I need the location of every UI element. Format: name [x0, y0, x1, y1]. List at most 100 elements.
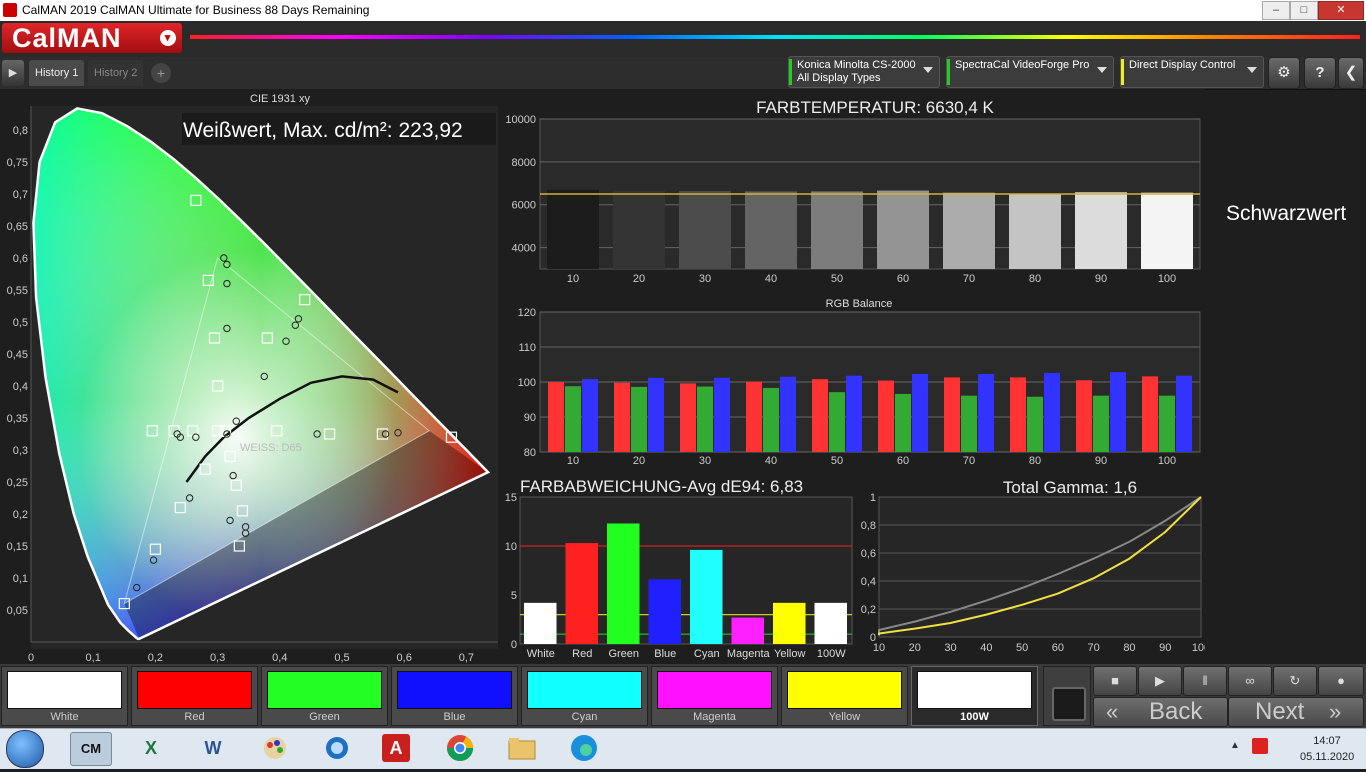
- refresh-button[interactable]: ↻: [1273, 666, 1317, 696]
- de-x-tick: Red: [572, 648, 592, 660]
- chrome-icon[interactable]: [443, 732, 477, 764]
- ct-x-tick: 100: [1158, 273, 1176, 285]
- rgb-bar-green: [1093, 395, 1109, 452]
- play-icon[interactable]: ▶: [2, 60, 24, 86]
- start-button[interactable]: [6, 730, 44, 768]
- gamma-chart: Total Gamma: 1,6 00,20,40,60,8110 20 30 40 5…: [861, 478, 1210, 654]
- rgb-balance-title: RGB Balance: [826, 298, 893, 310]
- ct-bar: [1075, 192, 1127, 269]
- rgb-bar-red: [1142, 376, 1158, 452]
- patch-swatch-green[interactable]: Green: [261, 666, 388, 726]
- ct-x-tick: 50: [831, 273, 843, 285]
- rgb-x-tick: 40: [765, 455, 777, 467]
- tab-history-1[interactable]: History 1: [29, 60, 85, 86]
- edge-icon[interactable]: [567, 732, 601, 764]
- patch-label: Magenta: [693, 711, 736, 723]
- next-button[interactable]: Next »: [1228, 697, 1364, 727]
- record-dot-button[interactable]: ●: [1318, 666, 1364, 696]
- de-x-tick: Blue: [654, 648, 676, 660]
- close-button[interactable]: ✕: [1318, 1, 1364, 20]
- calman-logo-menu[interactable]: CalMAN ▾: [2, 23, 182, 53]
- gamma-y-tick: 0,4: [861, 576, 876, 588]
- y-tick-label: 0,65: [7, 221, 28, 233]
- gamma-title: Total Gamma: 1,6: [1003, 478, 1137, 497]
- stop-button[interactable]: ■: [1093, 666, 1137, 696]
- rgb-bar-red: [746, 381, 762, 452]
- y-tick-label: 0,25: [7, 477, 28, 489]
- acrobat-icon[interactable]: A: [382, 734, 410, 762]
- pause-button[interactable]: ‖: [1183, 666, 1227, 696]
- help-icon[interactable]: ?: [1304, 57, 1336, 89]
- ct-x-tick: 90: [1095, 273, 1107, 285]
- rgb-bar-red: [548, 382, 564, 452]
- gamma-x-tick: 80: [1123, 642, 1135, 654]
- tray-expand-icon[interactable]: ▲: [1230, 740, 1240, 751]
- status-stripe: [1121, 59, 1124, 85]
- patch-swatch-white[interactable]: White: [1, 666, 128, 726]
- patch-swatch-100w[interactable]: 100W: [911, 666, 1038, 726]
- pattern-generator-selector[interactable]: SpectraCal VideoForge Pro: [946, 56, 1114, 88]
- y-tick-label: 0,35: [7, 413, 28, 425]
- x-tick-label: 0,4: [272, 652, 287, 664]
- patch-swatch-magenta[interactable]: Magenta: [651, 666, 778, 726]
- y-tick-label: 0,2: [13, 509, 28, 521]
- rgb-x-tick: 30: [699, 455, 711, 467]
- patch-swatch-red[interactable]: Red: [131, 666, 258, 726]
- rgb-bar-blue: [1176, 375, 1192, 452]
- maximize-button[interactable]: □: [1290, 1, 1318, 20]
- rgb-bar-green: [895, 393, 911, 452]
- paint-icon[interactable]: [258, 732, 292, 764]
- excel-icon[interactable]: X: [134, 732, 168, 764]
- white-max-overlay: Weißwert, Max. cd/m²: 223,92: [183, 119, 463, 142]
- title-bar: CalMAN 2019 CalMAN Ultimate for Business…: [0, 0, 1366, 21]
- add-tab-button[interactable]: +: [151, 63, 171, 83]
- folder-icon[interactable]: [505, 732, 539, 764]
- rgb-balance-chart: RGB Balance 80 90 100 110 120 10 20 30 40 50 60 70…: [518, 298, 1201, 467]
- de-x-tick: Green: [608, 648, 639, 660]
- thunderbird-icon[interactable]: [320, 732, 354, 764]
- color-temp-title: FARBTEMPERATUR: 6630,4 K: [756, 98, 994, 117]
- y-tick-label: 0,8: [13, 125, 28, 137]
- patch-label: Green: [309, 711, 340, 723]
- display-control-selector[interactable]: Direct Display Control: [1120, 56, 1264, 88]
- settings-gear-icon[interactable]: ⚙: [1268, 57, 1300, 89]
- patch-swatch-blue[interactable]: Blue: [391, 666, 518, 726]
- calman-taskbar-icon[interactable]: CM: [70, 732, 112, 766]
- patch-label: Red: [184, 711, 205, 723]
- gamma-y-tick: 0,6: [861, 548, 876, 560]
- gamma-y-tick: 0,8: [861, 520, 876, 532]
- x-tick-label: 0,2: [148, 652, 163, 664]
- gamma-y-tick: 0,2: [861, 604, 876, 616]
- record-button[interactable]: [1052, 687, 1086, 721]
- meter-selector[interactable]: Konica Minolta CS-2000 All Display Types: [788, 56, 940, 88]
- clock-time[interactable]: 14:07: [1300, 735, 1354, 747]
- back-arrow-icon: «: [1106, 699, 1119, 724]
- play-button[interactable]: ▶: [1138, 666, 1182, 696]
- minimize-button[interactable]: –: [1262, 1, 1290, 20]
- gamma-x-tick: 90: [1159, 642, 1171, 654]
- back-button[interactable]: « Back: [1093, 697, 1228, 727]
- collapse-panel-icon[interactable]: ❮: [1338, 57, 1364, 89]
- de-title: FARBABWEICHUNG-Avg dE94: 6,83: [520, 477, 803, 496]
- word-icon[interactable]: W: [196, 732, 230, 764]
- loop-button[interactable]: ∞: [1228, 666, 1272, 696]
- clock-date[interactable]: 05.11.2020: [1300, 751, 1354, 763]
- rgb-bar-red: [812, 379, 828, 452]
- color-temp-panel: FARBTEMPERATUR: 6630,4 K 4000 6000 8000 100…: [500, 89, 1205, 289]
- rgb-balance-panel: RGB Balance 80 90 100 110 120 10 20 30 40 50 60 70…: [500, 292, 1205, 472]
- patch-swatch-cyan[interactable]: Cyan: [521, 666, 648, 726]
- rainbow-bar: [190, 35, 1360, 39]
- cie-title: CIE 1931 xy: [250, 93, 310, 105]
- ct-x-tick: 40: [765, 273, 777, 285]
- ct-bar: [877, 190, 929, 269]
- antivirus-tray-icon[interactable]: [1252, 738, 1268, 754]
- rgb-y-tick: 90: [524, 412, 536, 424]
- ct-x-tick: 70: [963, 273, 975, 285]
- schwarzwert-label: Schwarzwert: [1226, 202, 1347, 225]
- tab-history-2[interactable]: History 2: [88, 60, 144, 86]
- x-tick-label: 0,1: [86, 652, 101, 664]
- patch-swatch-yellow[interactable]: Yellow: [781, 666, 908, 726]
- de-bar: [773, 602, 806, 644]
- display-control-name: Direct Display Control: [1129, 59, 1236, 71]
- gamma-panel: Total Gamma: 1,6 0 0,2 0,4 0,6 0,8 1 10 20 30 40 5…: [855, 472, 1210, 664]
